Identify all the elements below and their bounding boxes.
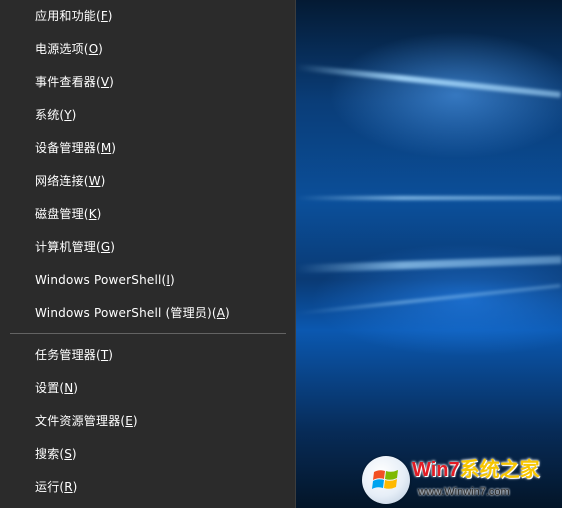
menu-item-windows-powershell-admin[interactable]: Windows PowerShell (管理员)(A) — [0, 297, 295, 330]
start-context-menu: 应用和功能(F) 电源选项(O) 事件查看器(V) 系统(Y) 设备管理器(M)… — [0, 0, 296, 508]
menu-item-accelerator: G — [100, 240, 111, 254]
menu-item-suffix: ) — [96, 207, 102, 221]
menu-item-apps-and-features[interactable]: 应用和功能(F) — [0, 0, 295, 33]
menu-item-label: 设备管理器( — [35, 141, 101, 155]
menu-item-system[interactable]: 系统(Y) — [0, 99, 295, 132]
menu-item-task-manager[interactable]: 任务管理器(T) — [0, 339, 295, 372]
menu-item-accelerator: F — [100, 9, 108, 23]
wallpaper-light-beam — [296, 196, 562, 200]
wallpaper-light-beam — [295, 284, 561, 315]
menu-item-settings[interactable]: 设置(N) — [0, 372, 295, 405]
menu-item-label: 计算机管理( — [35, 240, 101, 254]
windows-flag-graphic — [372, 470, 398, 489]
menu-item-suffix: ) — [110, 240, 115, 254]
menu-item-suffix: ) — [98, 42, 103, 56]
menu-item-accelerator: S — [64, 447, 72, 461]
menu-item-label: Windows PowerShell (管理员)( — [35, 306, 217, 320]
menu-item-suffix: ) — [71, 447, 77, 461]
menu-item-suffix: ) — [107, 9, 113, 23]
menu-item-label: 运行( — [35, 480, 65, 494]
menu-item-suffix: ) — [100, 174, 106, 188]
menu-item-event-viewer[interactable]: 事件查看器(V) — [0, 66, 295, 99]
wallpaper-light-beam — [295, 255, 562, 273]
menu-item-suffix: ) — [132, 414, 138, 428]
menu-item-disk-management[interactable]: 磁盘管理(K) — [0, 198, 295, 231]
menu-item-windows-powershell[interactable]: Windows PowerShell(I) — [0, 264, 295, 297]
menu-item-label: Windows PowerShell( — [35, 273, 167, 287]
menu-item-accelerator: Y — [64, 108, 72, 122]
menu-item-suffix: ) — [225, 306, 230, 320]
menu-item-suffix: ) — [71, 108, 77, 122]
menu-item-file-explorer[interactable]: 文件资源管理器(E) — [0, 405, 295, 438]
menu-item-computer-management[interactable]: 计算机管理(G) — [0, 231, 295, 264]
menu-item-suffix: ) — [73, 381, 78, 395]
menu-item-label: 磁盘管理( — [35, 207, 89, 221]
menu-item-suffix: ) — [111, 141, 116, 155]
watermark-title-suffix: 系统之家 — [459, 459, 540, 481]
site-watermark: Win7系统之家 www.Winwin7.com — [362, 456, 558, 504]
menu-item-accelerator: N — [64, 381, 74, 395]
watermark-url: www.Winwin7.com — [418, 486, 510, 498]
menu-item-accelerator: A — [216, 306, 226, 320]
menu-item-device-manager[interactable]: 设备管理器(M) — [0, 132, 295, 165]
menu-item-label: 文件资源管理器( — [35, 414, 126, 428]
menu-item-label: 电源选项( — [35, 42, 89, 56]
menu-item-suffix: ) — [72, 480, 78, 494]
menu-item-label: 应用和功能( — [35, 9, 101, 23]
menu-item-suffix: ) — [169, 273, 175, 287]
menu-item-accelerator: K — [88, 207, 97, 221]
wallpaper-light-beam — [295, 64, 561, 98]
menu-item-label: 网络连接( — [35, 174, 89, 188]
menu-item-accelerator: W — [88, 174, 101, 188]
desktop-screen: 应用和功能(F) 电源选项(O) 事件查看器(V) 系统(Y) 设备管理器(M)… — [0, 0, 562, 508]
menu-item-power-options[interactable]: 电源选项(O) — [0, 33, 295, 66]
menu-item-accelerator: O — [88, 42, 99, 56]
menu-item-suffix: ) — [108, 348, 113, 362]
menu-item-accelerator: M — [100, 141, 112, 155]
menu-separator — [10, 333, 286, 334]
menu-item-suffix: ) — [109, 75, 114, 89]
windows-logo-icon — [362, 456, 410, 504]
menu-item-label: 设置( — [35, 381, 65, 395]
menu-item-run[interactable]: 运行(R) — [0, 471, 295, 504]
menu-item-label: 任务管理器( — [35, 348, 101, 362]
menu-item-label: 搜索( — [35, 447, 65, 461]
menu-item-label: 系统( — [35, 108, 65, 122]
menu-item-accelerator: E — [125, 414, 133, 428]
menu-item-label: 事件查看器( — [35, 75, 101, 89]
watermark-title-prefix: Win7 — [412, 459, 460, 481]
menu-item-accelerator: V — [100, 75, 110, 89]
desktop-wallpaper — [295, 0, 562, 508]
menu-item-search[interactable]: 搜索(S) — [0, 438, 295, 471]
watermark-title: Win7系统之家 — [412, 458, 540, 482]
menu-item-accelerator: R — [64, 480, 73, 494]
menu-item-network-connections[interactable]: 网络连接(W) — [0, 165, 295, 198]
